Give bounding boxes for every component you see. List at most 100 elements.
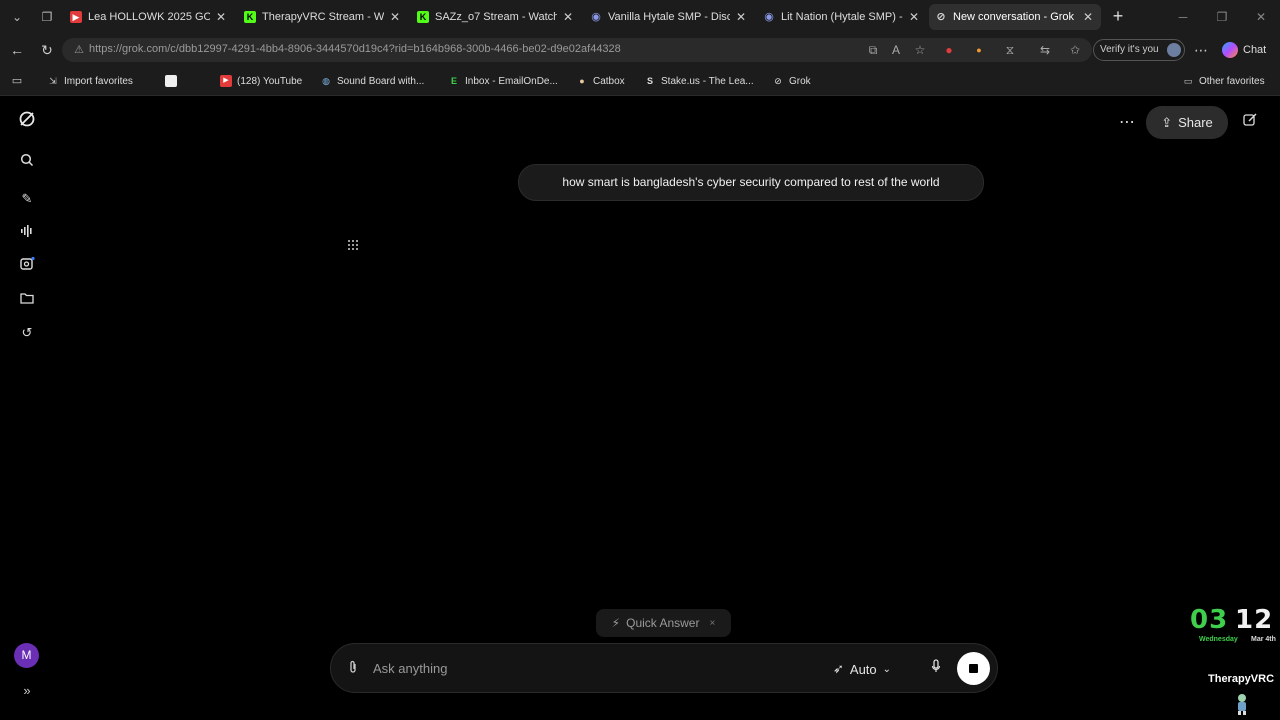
favorite-stake[interactable]: S Stake.us - The Lea... [644, 73, 754, 89]
user-message-text: how smart is bangladesh's cyber security… [562, 175, 940, 189]
tab-0[interactable]: ▶ Lea HOLLOWK 2025 GOING ✕ [64, 4, 234, 30]
tab-title: SAZz_o7 Stream - Watch Liv [435, 11, 557, 23]
split-screen-icon[interactable]: ⇆ [1038, 43, 1052, 57]
favorite-youtube[interactable]: ▶ (128) YouTube [220, 73, 302, 89]
share-button[interactable]: ⇪ Share [1146, 106, 1228, 139]
tab-actions-chevron-icon[interactable]: ⌄ [9, 9, 25, 25]
favorite-label: Sound Board with... [337, 75, 425, 87]
site-info-icon[interactable]: ⚠ [72, 43, 86, 57]
expand-sidebar-icon[interactable]: » [17, 681, 37, 701]
close-tab-icon[interactable]: ✕ [907, 10, 921, 24]
favorites-bar: ▭ ⇲ Import favorites ▶ (128) YouTube ◍ S… [0, 66, 1280, 96]
new-conversation-icon[interactable] [1240, 113, 1260, 133]
tab-1[interactable]: K TherapyVRC Stream - Watch ✕ [238, 4, 408, 30]
close-tab-icon[interactable]: ✕ [1081, 10, 1095, 24]
favorite-label: Import favorites [64, 75, 133, 87]
microphone-icon[interactable] [927, 659, 945, 677]
copilot-label: Chat [1243, 44, 1267, 56]
refresh-icon[interactable]: ↻ [38, 41, 56, 59]
grok-app: ✎ ↺ M » ⋯ ⇪ Share how smart is banglades… [0, 97, 1280, 720]
copilot-chat-button[interactable]: Chat [1222, 40, 1278, 60]
favorite-grok[interactable]: ⊘ Grok [772, 73, 810, 89]
stop-generation-button[interactable] [957, 652, 990, 685]
sidebar-toggle-icon[interactable]: ▭ [8, 72, 26, 90]
discord-favicon-icon: ◉ [591, 11, 601, 23]
close-tab-icon[interactable]: ✕ [214, 10, 228, 24]
read-aloud-icon[interactable]: A [889, 43, 903, 57]
tab-title: Lea HOLLOWK 2025 GOING [88, 11, 210, 23]
back-icon[interactable]: ← [8, 41, 26, 59]
close-window-icon[interactable]: ✕ [1251, 8, 1271, 26]
copilot-icon [1222, 42, 1238, 59]
attach-paperclip-icon[interactable] [345, 660, 361, 676]
new-chat-icon[interactable]: ✎ [17, 189, 37, 209]
email-icon: E [450, 76, 457, 86]
favorite-page[interactable] [165, 73, 182, 89]
folder-icon: ▭ [1183, 76, 1193, 86]
extensions-puzzle-icon[interactable]: ⧖ [1003, 43, 1017, 57]
app-available-icon[interactable]: ⧉ [866, 43, 880, 57]
more-options-icon[interactable]: ⋯ [1117, 113, 1137, 133]
verify-profile-button[interactable]: Verify it's you [1093, 39, 1185, 61]
tab-2[interactable]: K SAZz_o7 Stream - Watch Liv ✕ [411, 4, 581, 30]
quick-answer-close-icon[interactable]: × [709, 618, 715, 629]
voice-icon[interactable] [17, 223, 37, 243]
favorite-other-folder[interactable]: ▭ Other favorites [1182, 73, 1265, 89]
projects-icon[interactable] [17, 290, 37, 310]
new-tab-button[interactable]: + [1109, 7, 1127, 27]
model-mode-select[interactable]: ➶ Auto ⌄ [833, 658, 905, 680]
grok-favicon-icon: ⊘ [936, 11, 946, 23]
favorite-label: Catbox [593, 75, 625, 87]
extension-red-icon[interactable]: ● [942, 43, 956, 57]
tab-title: Vanilla Hytale SMP - Discord [608, 11, 730, 23]
stop-icon [969, 664, 978, 673]
close-tab-icon[interactable]: ✕ [561, 10, 575, 24]
navigation-bar: ← ↻ ⚠ https://grok.com/c/dbb12997-4291-4… [0, 34, 1280, 66]
kick-favicon-icon: K [244, 11, 256, 23]
lightning-icon: ⚡ [611, 616, 621, 630]
kick-favicon-icon: K [417, 11, 429, 23]
tab-3[interactable]: ◉ Vanilla Hytale SMP - Discord ✕ [584, 4, 754, 30]
favorite-import[interactable]: ⇲ Import favorites [47, 73, 133, 89]
minimize-icon[interactable]: ─ [1173, 8, 1193, 26]
grok-logo-icon[interactable] [17, 110, 37, 130]
tab-5-active[interactable]: ⊘ New conversation - Grok ✕ [929, 4, 1101, 30]
extension-orange-icon[interactable]: ● [972, 43, 986, 57]
tab-4[interactable]: ◉ Lit Nation (Hytale SMP) - Dis ✕ [757, 4, 927, 30]
mode-label: Auto [849, 661, 877, 677]
favorites-icon[interactable]: ✩ [1068, 43, 1082, 57]
more-menu-icon[interactable]: ⋯ [1192, 41, 1210, 59]
search-icon[interactable] [17, 153, 37, 173]
workspaces-icon[interactable]: ❐ [39, 9, 55, 25]
verify-label: Verify it's you [1100, 44, 1159, 55]
chevron-down-icon: ⌄ [882, 663, 892, 675]
streamer-name: TherapyVRC [1208, 673, 1275, 685]
imagine-icon[interactable] [17, 256, 37, 276]
clock-minutes: 12 [1235, 605, 1274, 635]
rocket-icon: ➶ [833, 661, 844, 676]
ask-input[interactable] [373, 658, 793, 678]
favorite-label: Other favorites [1199, 75, 1265, 87]
address-bar[interactable]: ⚠ https://grok.com/c/dbb12997-4291-4bb4-… [62, 38, 1092, 62]
history-icon[interactable]: ↺ [17, 323, 37, 343]
close-tab-icon[interactable]: ✕ [388, 10, 402, 24]
avatar[interactable]: M [14, 643, 39, 668]
mascot-icon [1233, 692, 1251, 716]
maximize-icon[interactable]: ❐ [1212, 8, 1232, 26]
favorite-label: Inbox - EmailOnDe... [465, 75, 558, 87]
tab-title: TherapyVRC Stream - Watch [262, 11, 384, 23]
quick-answer-pill[interactable]: ⚡ Quick Answer × [596, 609, 731, 637]
favorite-catbox[interactable]: ● Catbox [576, 73, 625, 89]
favorite-soundboard[interactable]: ◍ Sound Board with... [320, 73, 424, 89]
tab-title: New conversation - Grok [953, 11, 1075, 23]
favorite-email[interactable]: E Inbox - EmailOnDe... [448, 73, 558, 89]
composer: ➶ Auto ⌄ [330, 643, 998, 693]
close-tab-icon[interactable]: ✕ [734, 10, 748, 24]
favorite-star-icon[interactable]: ☆ [913, 43, 927, 57]
youtube-icon: ▶ [220, 75, 232, 87]
avatar-letter: M [21, 648, 32, 662]
clock-hours: 03 [1190, 605, 1229, 635]
url-text[interactable]: https://grok.com/c/dbb12997-4291-4bb4-89… [89, 43, 621, 55]
profile-avatar-icon [1167, 43, 1181, 57]
import-icon: ⇲ [49, 76, 57, 86]
